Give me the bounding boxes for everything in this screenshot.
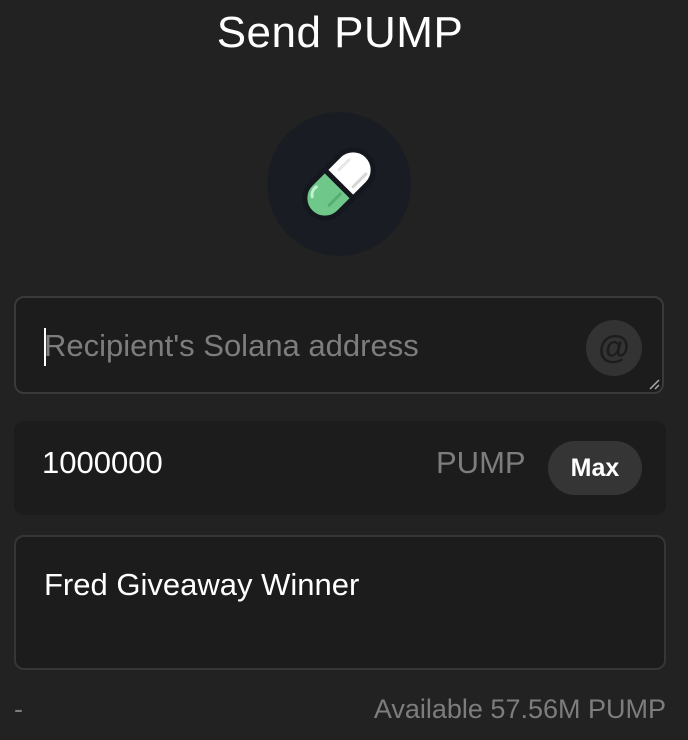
max-button[interactable]: Max xyxy=(548,441,642,495)
recipient-field[interactable]: @ xyxy=(14,296,664,394)
amount-input[interactable]: 1000000 xyxy=(42,445,163,481)
memo-input[interactable]: Fred Giveaway Winner xyxy=(44,567,359,603)
page-title: Send PUMP xyxy=(216,8,464,57)
resize-grip-icon[interactable] xyxy=(648,378,660,390)
pill-icon xyxy=(302,147,376,221)
send-token-screen: Send PUMP @ 1000000 xyxy=(0,0,688,740)
text-cursor xyxy=(44,328,46,366)
amount-field[interactable]: 1000000 PUMP Max xyxy=(14,421,666,515)
address-book-button[interactable]: @ xyxy=(586,320,642,376)
amount-unit-label: PUMP xyxy=(436,445,526,480)
at-icon: @ xyxy=(598,329,630,365)
available-balance: Available 57.56M PUMP xyxy=(373,694,666,724)
token-logo xyxy=(267,112,411,256)
recipient-address-input[interactable] xyxy=(44,324,574,368)
fee-placeholder: - xyxy=(14,694,23,724)
memo-field[interactable]: Fred Giveaway Winner xyxy=(14,535,666,670)
